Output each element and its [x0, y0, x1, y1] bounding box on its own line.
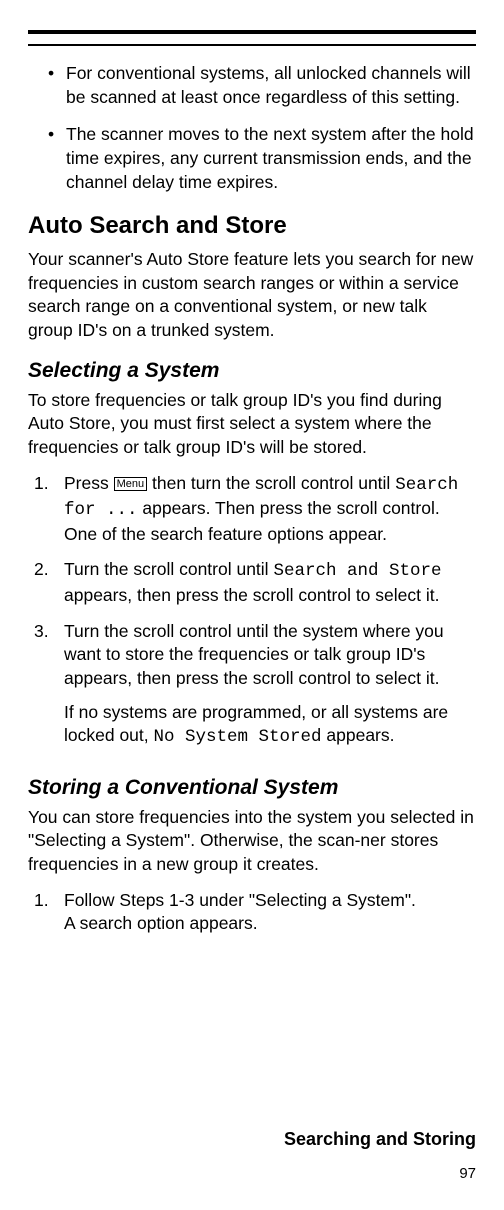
menu-key-icon: Menu [114, 477, 148, 491]
code-text: No System Stored [154, 727, 322, 747]
step-1: 1. Press Menu then turn the scroll contr… [34, 472, 476, 547]
text-fragment: then turn the scroll control until [147, 473, 395, 493]
heading-auto-search: Auto Search and Store [28, 212, 476, 240]
step-text: Turn the scroll control until the system… [64, 620, 476, 760]
step-text: Press Menu then turn the scroll control … [64, 472, 476, 547]
step-number: 3. [34, 620, 64, 760]
bullet-item: • For conventional systems, all unlocked… [48, 62, 476, 109]
bullet-item: • The scanner moves to the next system a… [48, 123, 476, 194]
bullet-text: The scanner moves to the next system aft… [66, 123, 476, 194]
text-line: Follow Steps 1-3 under "Selecting a Syst… [64, 890, 416, 910]
step-number: 2. [34, 558, 64, 607]
text-fragment: appears, then press the scroll control t… [64, 585, 439, 605]
step-number: 1. [34, 889, 64, 936]
bullet-text: For conventional systems, all unlocked c… [66, 62, 476, 109]
para-selecting-intro: To store frequencies or talk group ID's … [28, 389, 476, 460]
rule-thick [28, 30, 476, 34]
text-fragment: appears. [322, 725, 395, 745]
text-line: frequencies in a new group it creates. [28, 854, 319, 874]
heading-storing-conventional: Storing a Conventional System [28, 776, 476, 800]
para-storing-intro: You can store frequencies into the syste… [28, 806, 476, 877]
step-number: 1. [34, 472, 64, 547]
rule-thin [28, 44, 476, 46]
bullet-marker: • [48, 123, 66, 194]
page-number: 97 [459, 1165, 476, 1182]
text-line: You can store frequencies into the syste… [28, 807, 474, 851]
text-fragment: Press [64, 473, 114, 493]
para-intro: Your scanner's Auto Store feature lets y… [28, 248, 476, 343]
footer-section-title: Searching and Storing [284, 1129, 476, 1150]
text-fragment: Turn the scroll control until the system… [64, 620, 476, 691]
step-text: Turn the scroll control until Search and… [64, 558, 476, 607]
step-1b: 1. Follow Steps 1-3 under "Selecting a S… [34, 889, 476, 936]
text-fragment: Turn the scroll control until [64, 559, 273, 579]
step-3: 3. Turn the scroll control until the sys… [34, 620, 476, 760]
step-text: Follow Steps 1-3 under "Selecting a Syst… [64, 889, 476, 936]
heading-selecting-system: Selecting a System [28, 359, 476, 383]
text-line: A search option appears. [64, 913, 258, 933]
step-2: 2. Turn the scroll control until Search … [34, 558, 476, 607]
code-text: Search and Store [273, 561, 441, 581]
bullet-marker: • [48, 62, 66, 109]
